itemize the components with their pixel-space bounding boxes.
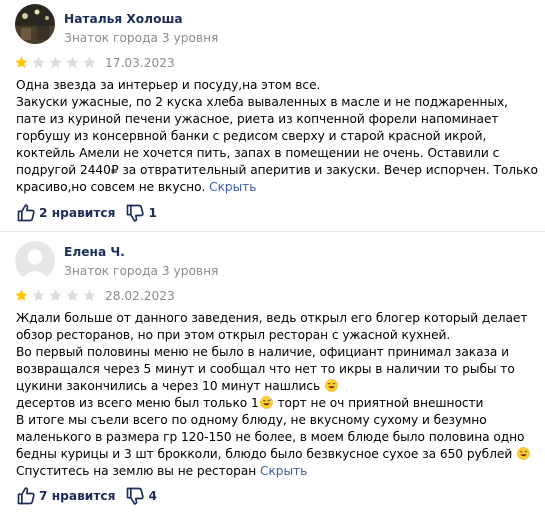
avatar[interactable] bbox=[15, 241, 55, 281]
star-icon bbox=[82, 55, 97, 70]
author-name[interactable]: Наталья Холоша bbox=[64, 12, 183, 26]
thumbs-up-icon bbox=[17, 204, 35, 222]
star-icon bbox=[65, 55, 80, 70]
rating-stars bbox=[14, 55, 97, 70]
star-icon bbox=[82, 288, 97, 303]
review-text-part: Спуститесь на землю вы не ресторан bbox=[16, 464, 257, 478]
star-icon bbox=[31, 55, 46, 70]
review-text-body: Одна звезда за интерьер и посуду,на этом… bbox=[16, 78, 538, 194]
rating-stars bbox=[14, 288, 97, 303]
grinning-sweat-emoji-icon bbox=[517, 447, 530, 460]
star-icon bbox=[14, 55, 29, 70]
dislike-count: 4 bbox=[148, 489, 157, 503]
dislike-button[interactable]: 4 bbox=[125, 486, 157, 506]
thumbs-down-icon bbox=[127, 204, 145, 222]
thumbs-up-icon bbox=[17, 487, 35, 505]
dislike-count: 1 bbox=[148, 206, 157, 220]
review-date: 17.03.2023 bbox=[105, 56, 175, 70]
review-date: 28.02.2023 bbox=[105, 289, 175, 303]
like-button[interactable]: 2 нравится bbox=[16, 203, 115, 223]
review-text: Ждали больше от данного заведения, ведь … bbox=[16, 310, 541, 480]
author-level: Знаток города 3 уровня bbox=[64, 264, 219, 278]
author-name[interactable]: Елена Ч. bbox=[64, 245, 125, 259]
like-count: 2 нравится bbox=[39, 206, 116, 220]
like-button[interactable]: 7 нравится bbox=[16, 486, 115, 506]
thumbs-down-icon bbox=[127, 487, 145, 505]
review-text-part: Ждали больше от данного заведения, ведь … bbox=[16, 311, 528, 393]
grinning-sweat-emoji-icon bbox=[260, 396, 273, 409]
review-text-part: десертов из всего меню был только 1 bbox=[16, 396, 259, 410]
author-level: Знаток города 3 уровня bbox=[64, 31, 219, 45]
review-text: Одна звезда за интерьер и посуду,на этом… bbox=[16, 77, 541, 196]
star-icon bbox=[14, 288, 29, 303]
hide-link[interactable]: Скрыть bbox=[209, 180, 256, 194]
star-icon bbox=[48, 55, 63, 70]
star-icon bbox=[65, 288, 80, 303]
review-divider bbox=[0, 231, 545, 232]
reactions: 2 нравится 1 bbox=[16, 203, 167, 223]
like-count: 7 нравится bbox=[39, 489, 116, 503]
star-icon bbox=[48, 288, 63, 303]
hide-link[interactable]: Скрыть bbox=[260, 464, 307, 478]
grinning-sweat-emoji-icon bbox=[325, 379, 338, 392]
dislike-button[interactable]: 1 bbox=[125, 203, 157, 223]
avatar[interactable] bbox=[15, 4, 55, 44]
reactions: 7 нравится 4 bbox=[16, 486, 167, 506]
star-icon bbox=[31, 288, 46, 303]
